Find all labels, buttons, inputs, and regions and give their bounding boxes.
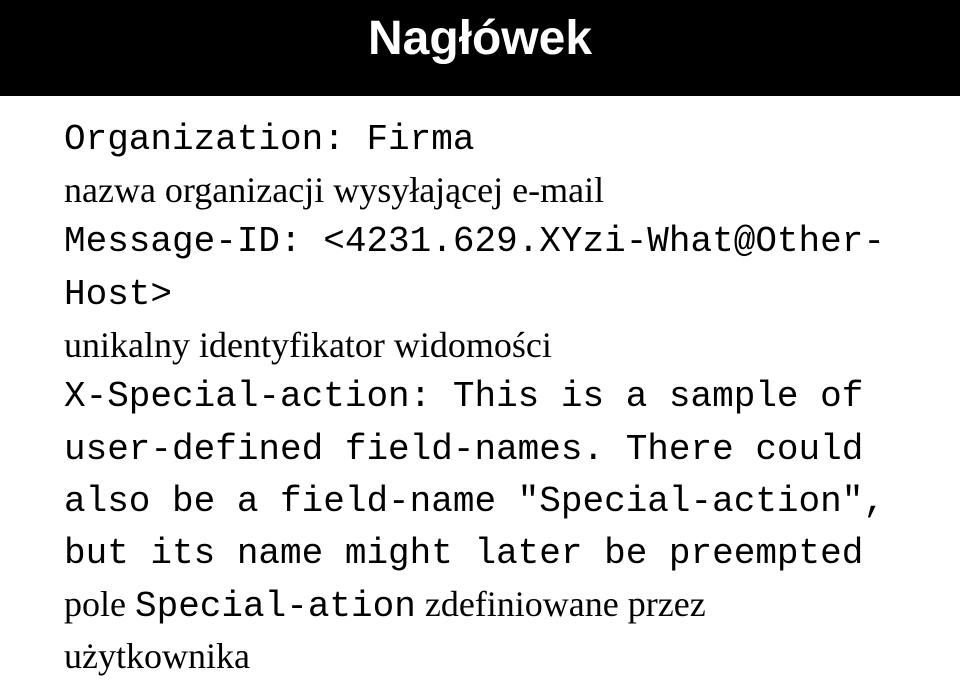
organization-header-line: Organization: Firma bbox=[64, 114, 900, 166]
content: Organization: Firma nazwa organizacji wy… bbox=[0, 96, 960, 680]
x-special-desc-code: Special-ation bbox=[135, 586, 416, 627]
x-special-description: pole Special-ation zdefiniowane przez uż… bbox=[64, 580, 900, 680]
header-bar: Nagłówek bbox=[0, 0, 960, 96]
organization-description: nazwa organizacji wysyłającej e-mail bbox=[64, 166, 900, 215]
message-id-header-line: Message-ID: <4231.629.XYzi-What@Other-Ho… bbox=[64, 216, 900, 320]
organization-block: Organization: Firma nazwa organizacji wy… bbox=[64, 114, 900, 215]
x-special-block: X-Special-action: This is a sample of us… bbox=[64, 371, 900, 680]
page-title: Nagłówek bbox=[0, 10, 960, 68]
x-special-desc-prefix: pole bbox=[64, 584, 135, 624]
x-special-header-line: X-Special-action: This is a sample of us… bbox=[64, 371, 900, 580]
message-id-description: unikalny identyfikator widomości bbox=[64, 321, 900, 370]
message-id-block: Message-ID: <4231.629.XYzi-What@Other-Ho… bbox=[64, 216, 900, 369]
